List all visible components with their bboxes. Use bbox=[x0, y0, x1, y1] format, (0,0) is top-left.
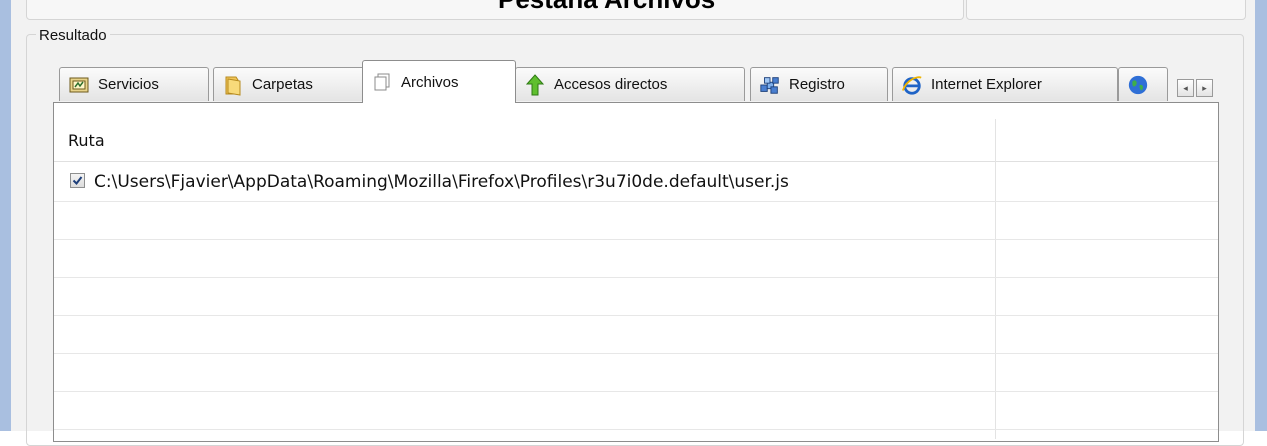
row-divider bbox=[54, 277, 1218, 278]
tab-label: Servicios bbox=[98, 76, 159, 93]
services-icon bbox=[68, 75, 90, 95]
tab-registro[interactable]: Registro bbox=[750, 67, 888, 101]
tab-label: Internet Explorer bbox=[931, 76, 1042, 93]
chevron-left-icon: ◂ bbox=[1183, 82, 1188, 93]
row-divider bbox=[54, 391, 1218, 392]
result-groupbox-legend: Resultado bbox=[36, 27, 110, 44]
window-frame-left bbox=[0, 0, 11, 431]
tab-scroll-left-button[interactable]: ◂ bbox=[1177, 79, 1194, 97]
column-header-ruta[interactable]: Ruta bbox=[68, 131, 105, 150]
window-frame-right bbox=[1255, 0, 1267, 431]
table-row[interactable]: C:\Users\Fjavier\AppData\Roaming\Mozilla… bbox=[54, 163, 1218, 201]
tab-label: Registro bbox=[789, 76, 845, 93]
check-mark-icon bbox=[72, 176, 83, 186]
tab-scroll-right-button[interactable]: ▸ bbox=[1196, 79, 1213, 97]
row-divider bbox=[54, 429, 1218, 430]
tab-label: Archivos bbox=[401, 73, 459, 91]
folder-icon bbox=[222, 75, 244, 96]
globe-icon bbox=[1127, 75, 1149, 95]
tab-label: Accesos directos bbox=[554, 76, 668, 93]
row-divider bbox=[54, 315, 1218, 316]
tab-overflow[interactable] bbox=[1118, 67, 1168, 101]
list-header: Ruta bbox=[54, 119, 1218, 162]
tab-servicios[interactable]: Servicios bbox=[59, 67, 209, 101]
tab-accesos-directos[interactable]: Accesos directos bbox=[515, 67, 745, 101]
row-divider bbox=[54, 353, 1218, 354]
registry-icon bbox=[759, 75, 781, 95]
ie-icon bbox=[901, 75, 923, 95]
row-divider bbox=[54, 239, 1218, 240]
row-checkbox[interactable] bbox=[70, 173, 85, 188]
tab-archivos[interactable]: Archivos bbox=[362, 60, 516, 103]
chevron-right-icon: ▸ bbox=[1202, 82, 1207, 93]
files-list-view[interactable]: Ruta C:\Users\Fjavier\AppData\Roaming\Mo… bbox=[53, 102, 1219, 442]
tab-carpetas[interactable]: Carpetas bbox=[213, 67, 365, 101]
upper-groupbox-left bbox=[26, 0, 964, 20]
row-divider bbox=[54, 201, 1218, 202]
upper-groupbox-right bbox=[966, 0, 1246, 20]
files-icon bbox=[371, 72, 393, 92]
shortcut-arrow-icon bbox=[524, 73, 546, 95]
overlay-caption: Pestaña Archivos bbox=[498, 0, 715, 15]
tab-label: Carpetas bbox=[252, 76, 313, 93]
tab-internet-explorer[interactable]: Internet Explorer bbox=[892, 67, 1118, 101]
file-path: C:\Users\Fjavier\AppData\Roaming\Mozilla… bbox=[94, 172, 789, 192]
